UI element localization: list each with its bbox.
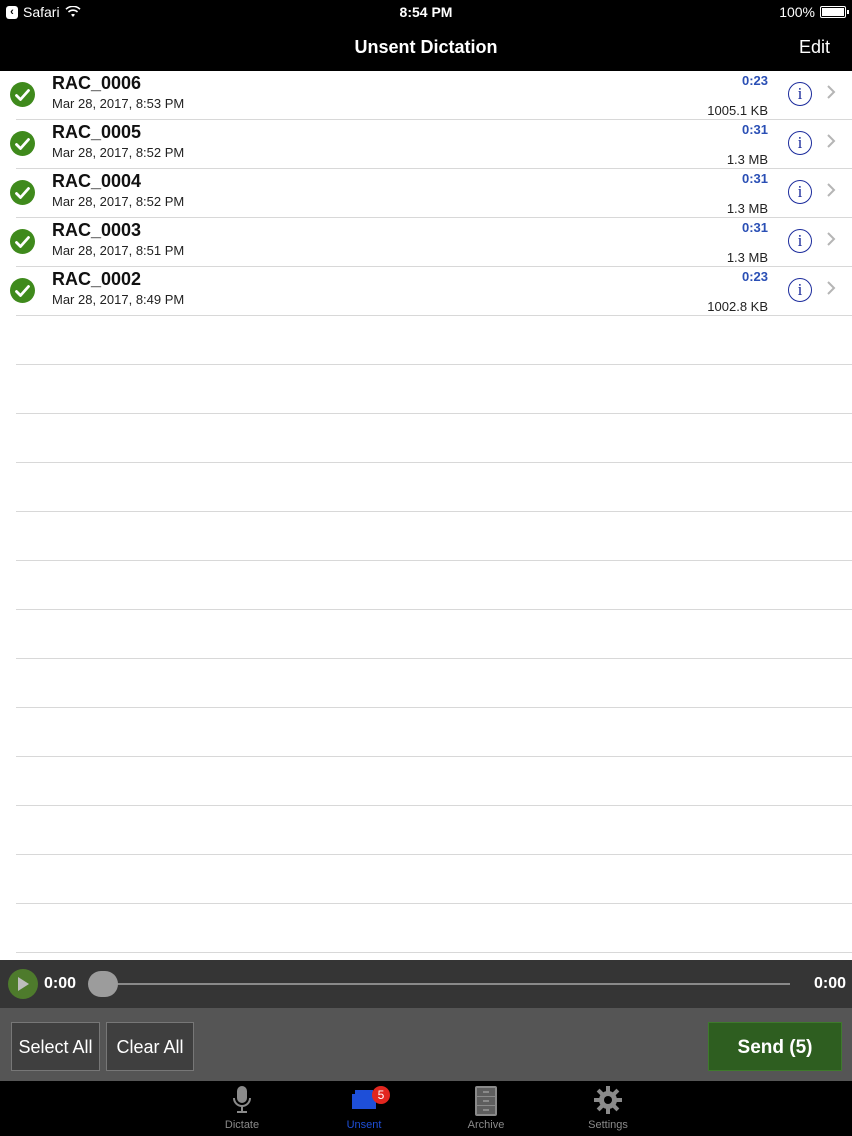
chevron-right-icon <box>827 232 836 246</box>
playback-slider-thumb[interactable] <box>88 971 118 997</box>
recording-duration: 0:31 <box>741 220 768 235</box>
recording-duration: 0:31 <box>741 122 768 137</box>
edit-button[interactable]: Edit <box>799 37 830 58</box>
empty-list-row <box>16 463 852 512</box>
tab-archive[interactable]: Archive <box>436 1081 536 1136</box>
checkmark-icon[interactable] <box>10 229 35 254</box>
empty-list-row <box>16 855 852 904</box>
recording-row[interactable]: RAC_0002 Mar 28, 2017, 8:49 PM 0:23 1002.8 … <box>10 267 852 316</box>
gear-icon <box>594 1086 622 1114</box>
page-title: Unsent Dictation <box>354 37 498 57</box>
play-button[interactable] <box>8 969 38 999</box>
chevron-right-icon <box>827 183 836 197</box>
empty-list-row <box>16 561 852 610</box>
tab-label: Settings <box>588 1119 628 1131</box>
empty-list-row <box>16 414 852 463</box>
empty-list-row <box>16 610 852 659</box>
recording-row[interactable]: RAC_0006 Mar 28, 2017, 8:53 PM 0:23 1005.1 … <box>10 71 852 120</box>
recording-row[interactable]: RAC_0004 Mar 28, 2017, 8:52 PM 0:31 1.3 MB i <box>10 169 852 218</box>
playback-track[interactable] <box>92 983 790 985</box>
recording-row[interactable]: RAC_0005 Mar 28, 2017, 8:52 PM 0:31 1.3 MB i <box>10 120 852 169</box>
tab-settings[interactable]: Settings <box>558 1081 658 1136</box>
recording-name: RAC_0002 <box>52 269 142 289</box>
recording-size: 1005.1 KB <box>707 103 768 118</box>
empty-list-row <box>16 904 852 953</box>
recording-name: RAC_0006 <box>52 73 142 93</box>
status-bar: ‹ Safari 8:54 PM 100% <box>0 0 852 24</box>
recording-date: Mar 28, 2017, 8:51 PM <box>52 243 185 258</box>
send-button[interactable]: Send (5) <box>708 1022 842 1071</box>
recording-date: Mar 28, 2017, 8:49 PM <box>52 292 185 307</box>
checkmark-icon[interactable] <box>10 82 35 107</box>
info-icon[interactable]: i <box>788 180 812 204</box>
current-time: 0:00 <box>44 975 77 992</box>
empty-list-row <box>16 757 852 806</box>
recording-duration: 0:23 <box>741 73 768 88</box>
battery-icon <box>820 6 849 18</box>
play-icon <box>18 977 29 991</box>
audio-player: 0:00 0:00 <box>0 960 852 1008</box>
tab-dictate[interactable]: Dictate <box>192 1081 292 1136</box>
recording-size: 1.3 MB <box>726 152 768 167</box>
chevron-right-icon <box>827 134 836 148</box>
empty-list-row <box>16 659 852 708</box>
chevron-right-icon <box>827 281 836 295</box>
info-icon[interactable]: i <box>788 229 812 253</box>
recording-list: RAC_0006 Mar 28, 2017, 8:53 PM 0:23 1005.1 … <box>0 71 852 960</box>
empty-list-row <box>16 708 852 757</box>
tab-bar: Dictate 5 Unsent Archive Settings <box>0 1081 852 1136</box>
microphone-icon <box>233 1086 251 1113</box>
clear-all-button[interactable]: Clear All <box>106 1022 194 1071</box>
empty-list-row <box>16 365 852 414</box>
empty-list-row <box>16 806 852 855</box>
recording-name: RAC_0004 <box>52 171 142 191</box>
recording-duration: 0:23 <box>741 269 768 284</box>
navigation-bar: Unsent Dictation Edit <box>0 24 852 71</box>
tab-label: Archive <box>467 1119 505 1131</box>
checkmark-icon[interactable] <box>10 278 35 303</box>
status-time: 8:54 PM <box>399 4 453 20</box>
file-cabinet-icon <box>475 1086 497 1116</box>
select-all-button[interactable]: Select All <box>11 1022 100 1071</box>
recording-row[interactable]: RAC_0003 Mar 28, 2017, 8:51 PM 0:31 1.3 MB i <box>10 218 852 267</box>
info-icon[interactable]: i <box>788 82 812 106</box>
info-icon[interactable]: i <box>788 131 812 155</box>
checkmark-icon[interactable] <box>10 180 35 205</box>
info-icon[interactable]: i <box>788 278 812 302</box>
unsent-badge: 5 <box>372 1086 390 1104</box>
checkmark-icon[interactable] <box>10 131 35 156</box>
recording-name: RAC_0003 <box>52 220 142 240</box>
tab-unsent[interactable]: 5 Unsent <box>314 1081 414 1136</box>
tab-label: Unsent <box>346 1119 382 1131</box>
recording-name: RAC_0005 <box>52 122 142 142</box>
battery-percent: 100% <box>779 4 815 20</box>
chevron-right-icon <box>827 85 836 99</box>
action-bar: Select All Clear All Send (5) <box>0 1008 852 1081</box>
recording-size: 1.3 MB <box>726 250 768 265</box>
recording-duration: 0:31 <box>741 171 768 186</box>
tab-label: Dictate <box>224 1119 260 1131</box>
recording-size: 1.3 MB <box>726 201 768 216</box>
recording-date: Mar 28, 2017, 8:52 PM <box>52 194 185 209</box>
recording-size: 1002.8 KB <box>707 299 768 314</box>
empty-list-row <box>16 316 852 365</box>
empty-list-row <box>16 512 852 561</box>
recording-date: Mar 28, 2017, 8:52 PM <box>52 145 185 160</box>
recording-date: Mar 28, 2017, 8:53 PM <box>52 96 185 111</box>
total-time: 0:00 <box>813 975 846 992</box>
